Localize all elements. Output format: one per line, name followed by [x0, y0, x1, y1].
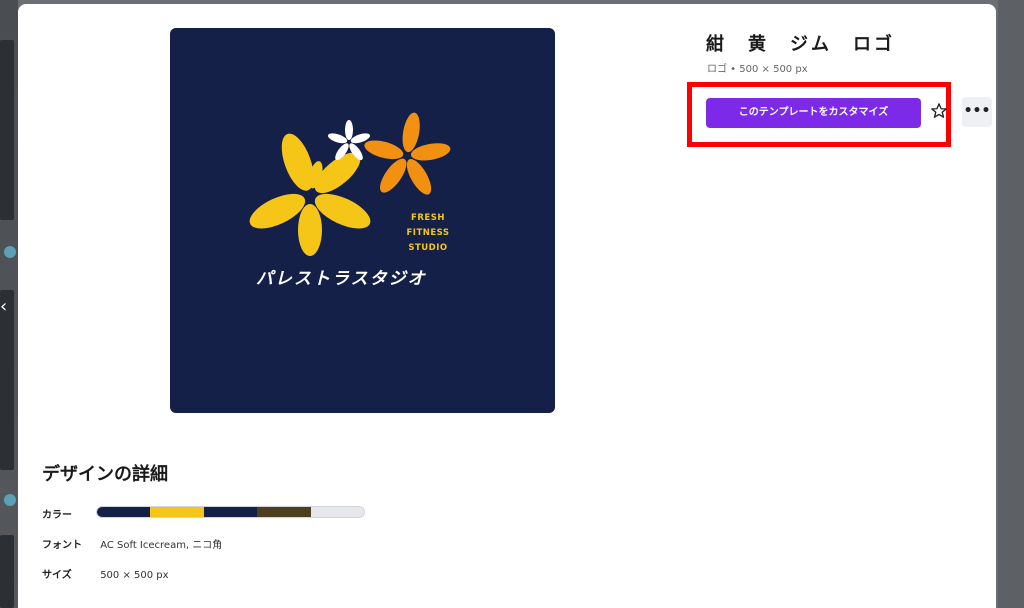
background-thumbnail: [0, 535, 14, 608]
details-heading: デザインの詳細: [42, 464, 168, 485]
color-palette[interactable]: [96, 506, 365, 518]
color-label: カラー: [42, 510, 72, 521]
palette-swatch-yellow[interactable]: [150, 507, 204, 517]
logo-japanese-text: パレストラスタジオ: [256, 269, 427, 289]
template-preview[interactable]: FRESH FITNESS STUDIO パレストラスタジオ: [170, 28, 555, 413]
palette-swatch-olive[interactable]: [257, 507, 311, 517]
template-modal: FRESH FITNESS STUDIO パレストラスタジオ デザインの詳細 カ…: [18, 4, 996, 608]
palette-swatch-navy[interactable]: [97, 507, 151, 517]
background-avatar: [4, 494, 16, 506]
background-thumbnail: [0, 40, 14, 220]
size-value: 500 × 500 px: [100, 570, 169, 581]
palette-swatch-light-gray[interactable]: [310, 507, 364, 517]
logo-flower-icon: [249, 112, 451, 256]
detail-row-size: サイズ 500 × 500 px: [42, 566, 169, 581]
font-label: フォント: [42, 540, 82, 551]
palette-swatch-navy[interactable]: [203, 507, 258, 517]
template-title: 紺 黄 ジム ロゴ: [706, 34, 895, 55]
detail-row-color: カラー: [42, 506, 97, 521]
customize-template-button[interactable]: このテンプレートをカスタマイズ: [706, 98, 921, 128]
backdrop-right: [998, 0, 1024, 608]
logo-line-fresh: FRESH: [411, 213, 445, 223]
previous-arrow-icon[interactable]: ‹: [0, 296, 10, 318]
template-meta: ロゴ • 500 × 500 px: [707, 64, 808, 75]
star-icon[interactable]: [929, 102, 949, 124]
logo-line-studio: STUDIO: [408, 243, 448, 253]
background-avatar: [4, 246, 16, 258]
logo-english-text: FRESH FITNESS STUDIO: [402, 211, 454, 256]
logo-line-fitness: FITNESS: [406, 228, 450, 238]
more-options-icon[interactable]: •••: [962, 97, 992, 127]
size-label: サイズ: [42, 570, 72, 581]
detail-row-font: フォント AC Soft Icecream, ニコ角: [42, 536, 222, 551]
font-value: AC Soft Icecream, ニコ角: [100, 540, 223, 551]
